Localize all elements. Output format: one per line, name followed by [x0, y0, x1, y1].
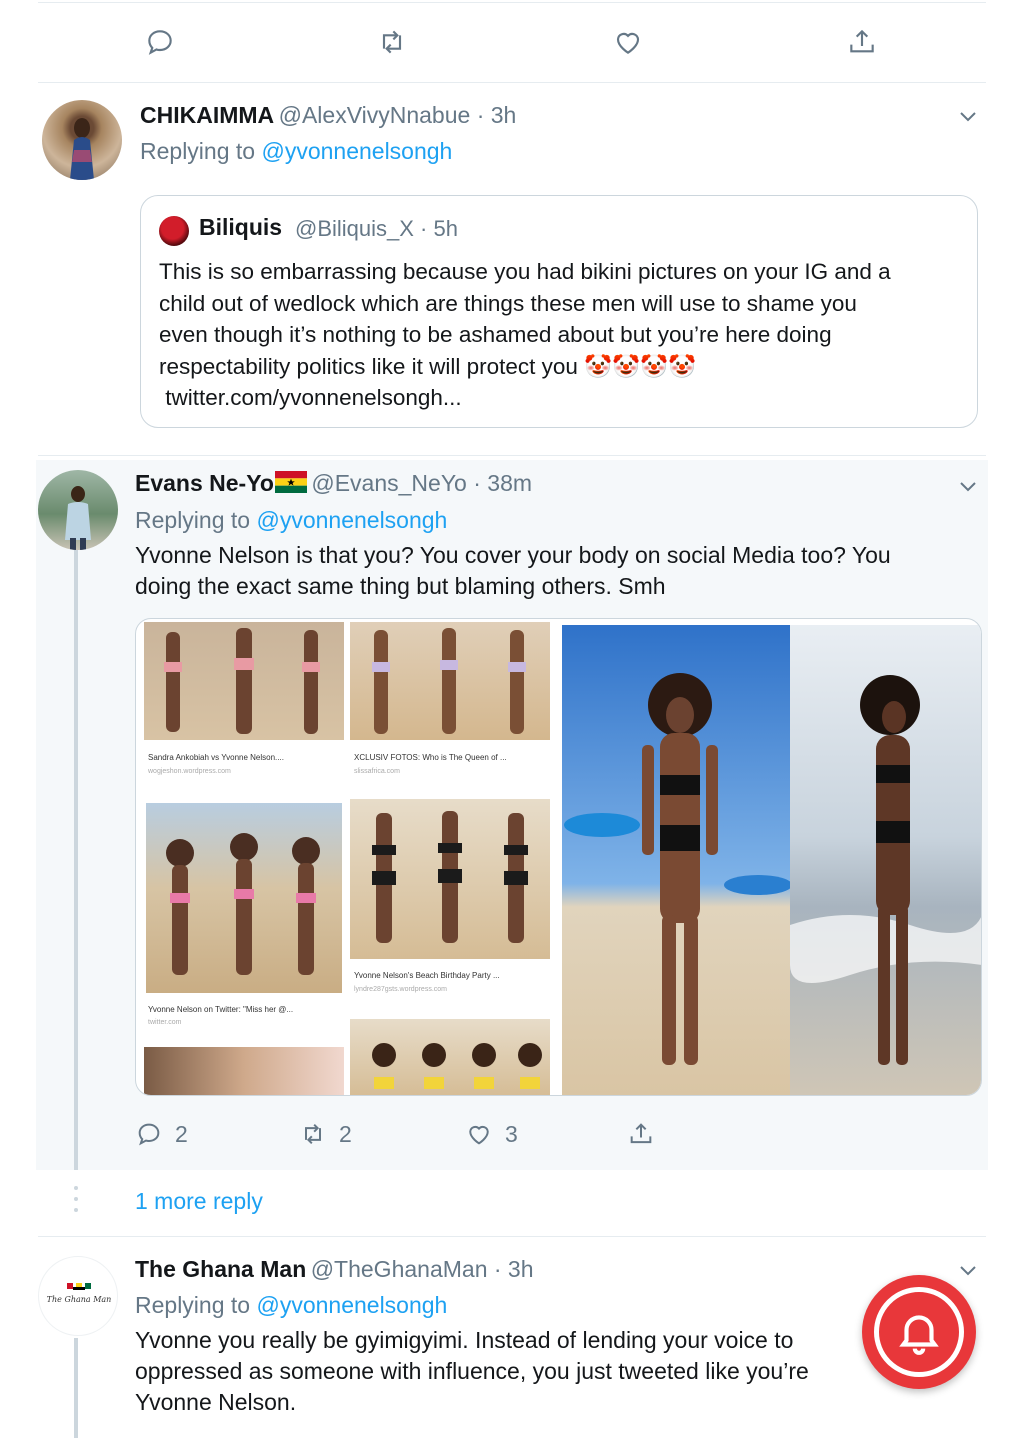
- author-name[interactable]: CHIKAIMMA: [140, 102, 274, 128]
- reply-button[interactable]: 2: [135, 1120, 188, 1148]
- retweet-icon[interactable]: [368, 18, 416, 66]
- quoted-text-line: even though it’s nothing to be ashamed a…: [159, 322, 832, 347]
- media-thumbnail: [350, 622, 550, 740]
- chevron-down-icon[interactable]: [956, 474, 980, 498]
- reply-count: 2: [175, 1120, 188, 1147]
- avatar[interactable]: The Ghana Man: [38, 1256, 118, 1336]
- tweet-media[interactable]: Sandra Ankobiah vs Yvonne Nelson.... wog…: [135, 618, 982, 1096]
- retweet-button[interactable]: 2: [299, 1120, 352, 1148]
- replying-prefix: Replying to: [135, 1292, 251, 1318]
- avatar[interactable]: [38, 470, 118, 550]
- tweet-header: CHIKAIMMA @AlexVivyNnabue · 3h: [140, 102, 516, 129]
- avatar[interactable]: [42, 100, 122, 180]
- media-thumbnail: [350, 799, 550, 959]
- ghana-flag-icon: [274, 471, 307, 493]
- like-icon[interactable]: [604, 18, 652, 66]
- handle-time[interactable]: @TheGhanaMan · 3h: [311, 1256, 534, 1282]
- author-name[interactable]: The Ghana Man: [135, 1256, 306, 1282]
- divider: [38, 82, 986, 83]
- thread-line: [74, 1338, 78, 1438]
- tweet-text: Yvonne Nelson is that you? You cover you…: [135, 540, 891, 602]
- like-icon: [469, 1126, 489, 1145]
- tweet-actions: 2 2 3: [135, 1120, 695, 1156]
- like-button[interactable]: 3: [465, 1120, 518, 1148]
- media-caption-source: wogjeshon.wordpress.com: [148, 768, 231, 775]
- tweet-text-line: oppressed as someone with influence, you…: [135, 1358, 809, 1384]
- bell-icon: [899, 1315, 939, 1355]
- reply-icon: [138, 1123, 160, 1146]
- previous-tweet-actions: [0, 18, 1024, 70]
- quoted-author-name: Biliquis: [199, 214, 283, 240]
- share-icon[interactable]: [838, 18, 886, 66]
- tweet-header: The Ghana Man @TheGhanaMan · 3h: [135, 1256, 534, 1283]
- mention-link[interactable]: @yvonnenelsongh: [256, 507, 447, 533]
- share-icon: [630, 1123, 652, 1144]
- media-caption-source: slissafrica.com: [354, 768, 400, 775]
- avatar-label: The Ghana Man: [46, 1295, 112, 1304]
- thread-line: [74, 550, 78, 1170]
- tweet-text-line: Yvonne you really be gyimigyimi. Instead…: [135, 1327, 794, 1353]
- media-caption-source: twitter.com: [148, 1019, 182, 1026]
- quoted-text-line: This is so embarrassing because you had …: [159, 259, 891, 284]
- author-name[interactable]: Evans Ne-Yo: [135, 470, 274, 496]
- reply-icon[interactable]: [136, 18, 184, 66]
- media-caption-source: lyndre287gsts.wordpress.com: [354, 986, 447, 993]
- tweet-text-line: Yvonne Nelson.: [135, 1389, 297, 1415]
- quoted-avatar: [159, 216, 189, 246]
- quoted-text-line: child out of wedlock which are things th…: [159, 290, 857, 316]
- quoted-text: This is so embarrassing because you had …: [159, 256, 969, 414]
- quoted-link: twitter.com/yvonnenelsongh...: [159, 385, 462, 410]
- quoted-text-line: respectability politics like it will pro…: [159, 353, 697, 379]
- handle-time[interactable]: @AlexVivyNnabue · 3h: [279, 102, 517, 128]
- replying-to: Replying to @yvonnenelsongh: [135, 1292, 447, 1319]
- replying-prefix: Replying to: [140, 138, 256, 164]
- show-more-replies-link[interactable]: 1 more reply: [135, 1188, 263, 1215]
- tweet-text-line: doing the exact same thing but blaming o…: [135, 573, 666, 599]
- replying-to: Replying to @yvonnenelsongh: [135, 507, 447, 534]
- quoted-tweet[interactable]: Biliquis @Biliquis_X · 5h This is so emb…: [140, 195, 978, 428]
- handle-time[interactable]: @Evans_NeYo · 38m: [311, 470, 532, 496]
- retweet-icon: [305, 1123, 321, 1145]
- replying-to: Replying to @yvonnenelsongh: [140, 138, 452, 165]
- media-photo: [790, 625, 981, 1095]
- media-caption: XCLUSIV FOTOS: Who is The Queen of ...: [354, 753, 507, 762]
- retweet-count: 2: [339, 1120, 352, 1147]
- tweet-text-line: Yvonne Nelson is that you? You cover you…: [135, 542, 891, 568]
- share-button[interactable]: [627, 1120, 655, 1148]
- notification-bell-button[interactable]: [862, 1275, 976, 1389]
- replying-prefix: Replying to: [135, 507, 251, 533]
- media-thumbnail: [146, 803, 342, 993]
- thread-dots: [74, 1186, 78, 1219]
- like-count: 3: [505, 1120, 518, 1147]
- chevron-down-icon[interactable]: [956, 104, 980, 128]
- chevron-down-icon[interactable]: [956, 1258, 980, 1282]
- media-caption: Sandra Ankobiah vs Yvonne Nelson....: [148, 753, 284, 762]
- media-thumbnail: [144, 622, 344, 740]
- mention-link[interactable]: @yvonnenelsongh: [256, 1292, 447, 1318]
- media-caption: Yvonne Nelson on Twitter: "Miss her @...: [148, 1005, 294, 1014]
- divider: [38, 455, 986, 456]
- top-divider: [38, 2, 986, 3]
- media-thumbnail: [144, 1047, 344, 1095]
- tweet-header: Evans Ne-Yo @Evans_NeYo · 38m: [135, 470, 532, 497]
- media-caption: Yvonne Nelson's Beach Birthday Party ...: [354, 971, 500, 980]
- tweet-text: Yvonne you really be gyimigyimi. Instead…: [135, 1325, 809, 1418]
- divider: [38, 1236, 986, 1237]
- mention-link[interactable]: @yvonnenelsongh: [261, 138, 452, 164]
- media-photo: [562, 625, 798, 1095]
- media-thumbnail: [350, 1019, 550, 1095]
- quoted-handle-time: @Biliquis_X · 5h: [295, 216, 458, 241]
